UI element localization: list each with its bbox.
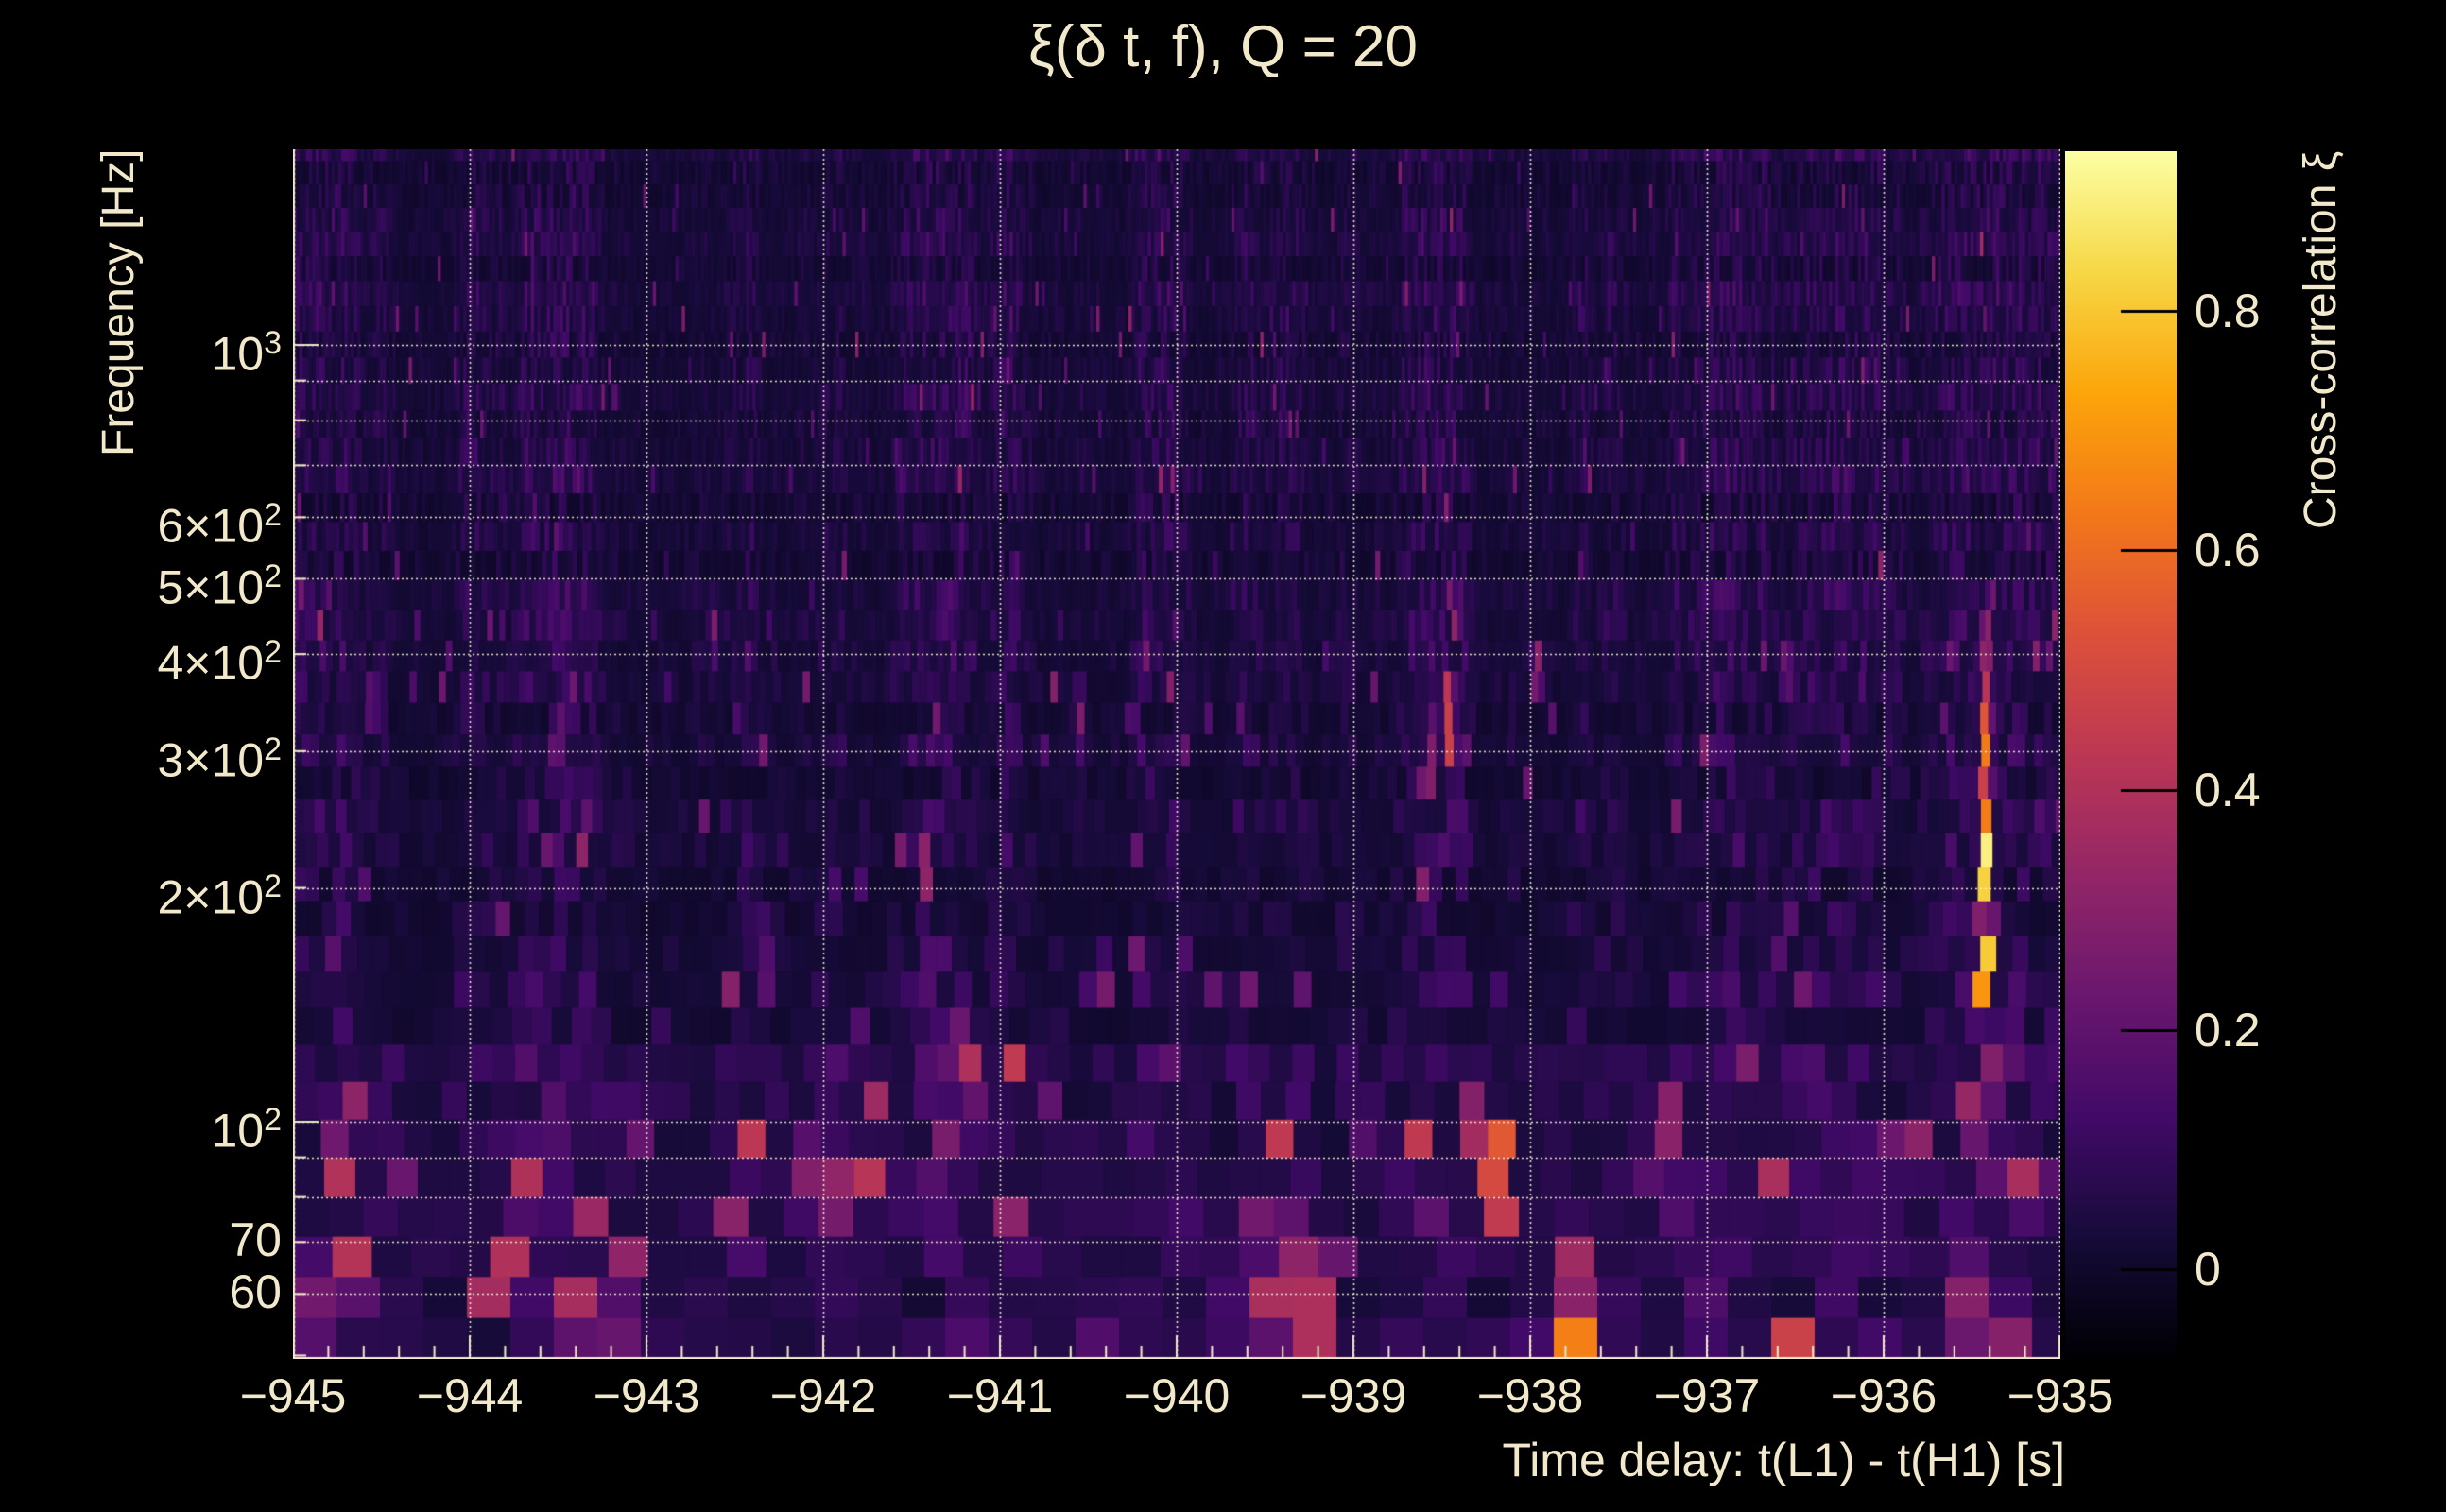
- y-tick-label: 103: [211, 325, 282, 381]
- x-tick-label: −939: [1300, 1369, 1407, 1422]
- y-tick-label: 2×102: [157, 868, 282, 924]
- x-tick-label: −944: [416, 1369, 524, 1422]
- colorbar-tick-label: 0.2: [2195, 1003, 2261, 1057]
- x-tick-label: −936: [1830, 1369, 1938, 1422]
- x-tick-label: −938: [1476, 1369, 1584, 1422]
- y-tick-label: 4×102: [157, 634, 282, 690]
- x-tick-label: −943: [593, 1369, 700, 1422]
- y-tick-label: 6×102: [157, 497, 282, 554]
- x-tick-label: −935: [2007, 1369, 2114, 1422]
- spectrogram-heatmap: [293, 149, 2060, 1359]
- colorbar-title: Cross-correlation ξ: [2296, 151, 2346, 530]
- x-tick-label: −941: [946, 1369, 1054, 1422]
- colorbar-gradient: [2065, 151, 2177, 1358]
- x-tick-label: −940: [1123, 1369, 1231, 1422]
- y-tick-label: 5×102: [157, 558, 282, 615]
- y-tick-label: 3×102: [157, 730, 282, 787]
- x-tick-label: −945: [239, 1369, 347, 1422]
- x-tick-label: −937: [1653, 1369, 1761, 1422]
- y-tick-label: 70: [229, 1213, 282, 1267]
- x-tick-label: −942: [769, 1369, 877, 1422]
- x-axis-title: Time delay: t(L1) - t(H1) [s]: [1502, 1434, 2065, 1486]
- colorbar-tick-label: 0.4: [2195, 763, 2261, 816]
- colorbar-tick-label: 0: [2195, 1243, 2221, 1297]
- y-tick-label: 60: [229, 1265, 282, 1319]
- chart-title: ξ(δ t, f), Q = 20: [1028, 14, 1418, 79]
- colorbar-tick-label: 0.6: [2195, 524, 2261, 577]
- y-tick-label: 102: [211, 1101, 282, 1158]
- page-background: ξ(δ t, f), Q = 20 Frequency [Hz] Cross-c…: [0, 0, 2446, 1512]
- colorbar-tick-label: 0.8: [2195, 284, 2261, 337]
